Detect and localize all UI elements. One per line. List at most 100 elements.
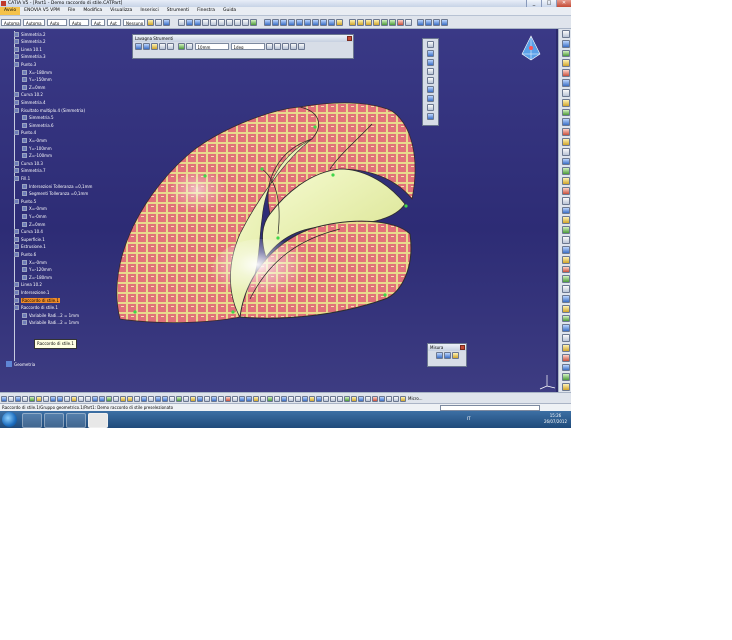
tree-item[interactable]: Raccordo di stile.1 <box>14 297 60 303</box>
tree-item[interactable]: Linea 10.2 <box>14 282 42 288</box>
tree-item[interactable]: Z=-180mm <box>22 274 52 280</box>
bottom-tool-icon[interactable] <box>91 395 98 402</box>
palette-icon-5[interactable] <box>166 43 174 50</box>
bottom-tool-icon[interactable] <box>140 395 147 402</box>
right-tool-icon[interactable] <box>561 226 570 235</box>
open-icon[interactable] <box>186 18 193 26</box>
bottom-tool-icon[interactable] <box>126 395 133 402</box>
palette-icon-6[interactable] <box>178 43 185 50</box>
compass-widget[interactable] <box>518 34 544 62</box>
car-icon[interactable] <box>416 18 424 26</box>
right-tool-icon[interactable] <box>561 177 570 185</box>
point-tool-icon[interactable] <box>427 41 434 48</box>
pen-icon[interactable] <box>146 18 154 26</box>
minimize-button[interactable]: _ <box>526 0 541 7</box>
bottom-tool-icon[interactable] <box>21 395 28 402</box>
tree-item[interactable]: Fill.1 <box>14 175 30 181</box>
point-icon[interactable] <box>263 18 271 26</box>
bottom-tool-icon[interactable] <box>63 395 70 402</box>
porcupine-icon[interactable] <box>389 18 396 26</box>
bottom-tool-icon[interactable] <box>182 395 189 402</box>
menu-visualizza[interactable]: Visualizza <box>106 7 136 15</box>
bottom-tool-icon[interactable] <box>266 395 273 402</box>
circle-tool-icon[interactable] <box>427 86 434 93</box>
right-tool-icon[interactable] <box>561 334 570 342</box>
bottom-tool-icon[interactable] <box>196 395 203 402</box>
bottom-tool-icon[interactable] <box>77 395 84 402</box>
maximize-button[interactable]: □ <box>541 0 556 7</box>
palette-icon-11[interactable] <box>290 43 297 50</box>
match-surface-icon[interactable] <box>357 18 364 26</box>
palette-icon-4[interactable] <box>158 43 166 50</box>
taskbar-ie-icon[interactable] <box>22 413 42 428</box>
right-tool-icon[interactable] <box>561 69 570 78</box>
right-tool-icon[interactable] <box>561 245 570 254</box>
clock[interactable]: 15:26 26/07/2012 <box>544 413 567 425</box>
right-tool-icon[interactable] <box>561 39 570 48</box>
tree-item[interactable]: Simmetria.2 <box>14 31 46 37</box>
menu-enovia[interactable]: ENOVIA V5 VPM <box>20 7 64 15</box>
spline-tool-icon[interactable] <box>427 77 434 84</box>
bottom-tool-icon[interactable] <box>378 395 385 402</box>
tree-item[interactable]: Z=-100mm <box>22 153 52 159</box>
tree-item[interactable]: X=-0mm <box>22 137 47 143</box>
arc-tool-icon[interactable] <box>427 59 434 66</box>
combo-auto-2[interactable]: Auto <box>69 18 89 26</box>
bottom-tool-icon[interactable] <box>308 395 315 402</box>
right-tool-icon[interactable] <box>561 187 570 195</box>
menu-avvio[interactable]: Avvio <box>0 7 21 15</box>
right-tool-icon[interactable] <box>561 79 570 87</box>
grid-tool-icon[interactable] <box>427 113 434 120</box>
palette-icon-2[interactable] <box>142 43 150 50</box>
menu-inserisci[interactable]: Inserisci <box>136 7 162 15</box>
right-tool-icon[interactable] <box>561 30 570 38</box>
tools-palette-titlebar[interactable]: Lavagna Strumenti <box>133 35 353 42</box>
bottom-tool-icon[interactable] <box>0 395 7 402</box>
bottom-tool-icon[interactable] <box>189 395 196 402</box>
bottom-tool-icon[interactable] <box>49 395 56 402</box>
right-tool-icon[interactable] <box>561 383 570 392</box>
bottom-tool-icon[interactable] <box>70 395 77 402</box>
right-tool-icon[interactable] <box>561 196 570 205</box>
copy-icon[interactable] <box>218 18 225 26</box>
tree-item[interactable]: Punto.3 <box>14 61 36 67</box>
right-tool-icon[interactable] <box>561 353 570 362</box>
right-tool-icon[interactable] <box>561 304 570 313</box>
combo-fill-type[interactable]: Automa <box>23 18 45 26</box>
right-tool-icon[interactable] <box>561 255 570 264</box>
palette-icon-3[interactable] <box>150 43 158 50</box>
right-tool-icon[interactable] <box>561 236 570 244</box>
right-tool-icon[interactable] <box>561 98 570 107</box>
bottom-tool-icon[interactable] <box>28 395 35 402</box>
distance-icon[interactable] <box>405 18 412 26</box>
net-surface-icon[interactable] <box>335 18 343 26</box>
undo-icon[interactable] <box>234 18 241 26</box>
menu-guida[interactable]: Guida <box>219 7 240 15</box>
tree-item[interactable]: Variabile Radi...2 = 1mm <box>22 320 79 326</box>
measure-item-icon[interactable] <box>443 352 451 359</box>
spline-icon[interactable] <box>295 18 303 26</box>
tree-item[interactable]: X=-0mm <box>22 206 47 212</box>
menu-finestra[interactable]: Finestra <box>193 7 219 15</box>
bottom-tool-icon[interactable] <box>147 395 154 402</box>
blend-icon[interactable] <box>327 18 335 26</box>
bottom-tool-icon[interactable] <box>217 395 224 402</box>
measure-titlebar[interactable]: Misura <box>428 344 466 351</box>
right-tool-icon[interactable] <box>561 275 570 284</box>
measure-close-icon[interactable] <box>460 345 465 350</box>
bottom-tool-icon[interactable] <box>231 395 238 402</box>
tree-item[interactable]: Curva 10.4 <box>14 229 43 235</box>
palette-icon-7[interactable] <box>186 43 193 50</box>
bottom-tool-icon[interactable] <box>105 395 112 402</box>
tree-root[interactable]: Geometria <box>6 361 35 367</box>
bottom-tool-icon[interactable] <box>329 395 336 402</box>
print-icon[interactable] <box>202 18 209 26</box>
close-button[interactable]: ✕ <box>556 0 571 7</box>
bottom-tool-icon[interactable] <box>210 395 217 402</box>
tree-item[interactable]: Superficie.1 <box>14 236 45 242</box>
analysis-icon[interactable] <box>381 18 388 26</box>
bottom-tool-icon[interactable] <box>259 395 266 402</box>
combo-none[interactable]: Nessuno <box>123 18 145 26</box>
right-tool-icon[interactable] <box>561 167 570 176</box>
right-tool-icon[interactable] <box>561 344 570 352</box>
